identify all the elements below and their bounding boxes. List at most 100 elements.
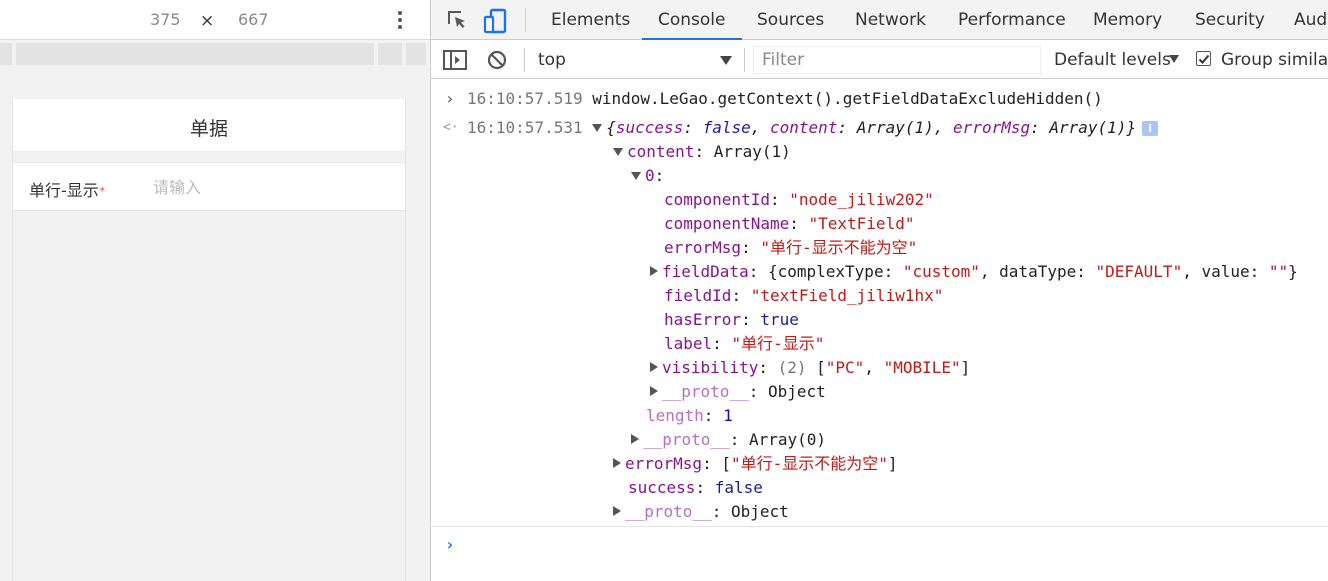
object-value: "": [1268, 262, 1289, 281]
prop-field-id: fieldId: "textField_jiliw1hx": [664, 286, 944, 305]
object-value: "DEFAULT": [1095, 262, 1183, 281]
object-key: errorMsg: [664, 238, 742, 257]
device-height-field[interactable]: 667: [238, 10, 269, 29]
tab-security[interactable]: Security: [1195, 0, 1265, 40]
console-prompt[interactable]: ›: [431, 526, 1328, 566]
tree-node-content[interactable]: content: Array(1): [613, 140, 791, 164]
prop-error-msg-array[interactable]: errorMsg: ["单行-显示不能为空"]: [613, 452, 898, 476]
collapse-arrow-icon[interactable]: [592, 124, 603, 132]
clear-console-icon[interactable]: [487, 50, 507, 74]
page-header: 单据: [13, 99, 405, 152]
chevron-down-icon[interactable]: [720, 56, 732, 65]
prop-length: length: 1: [646, 406, 733, 425]
object-key: complexType: [777, 262, 884, 281]
media-query-segment[interactable]: [0, 43, 12, 65]
expand-arrow-icon[interactable]: [631, 434, 639, 444]
prop-has-error: hasError: true: [664, 310, 799, 329]
object-key: __proto__: [643, 430, 730, 449]
object-value: "PC": [825, 358, 865, 377]
result-arrow-icon: <·: [443, 120, 459, 135]
tab-console[interactable]: Console: [642, 0, 742, 40]
object-key: success: [628, 478, 696, 497]
object-value: "textField_jiliw1hx": [750, 286, 944, 305]
console-output: › 16:10:57.519 window.LeGao.getContext()…: [431, 80, 1328, 581]
object-value: Array(1): [856, 118, 934, 137]
object-key: componentName: [664, 214, 790, 233]
expand-arrow-icon[interactable]: [613, 458, 621, 468]
prop-proto-outer[interactable]: __proto__: Object: [613, 500, 789, 524]
media-query-segment[interactable]: [406, 43, 426, 65]
object-value: "单行-显示不能为空": [730, 454, 888, 473]
object-key: dataType: [999, 262, 1077, 281]
tab-performance[interactable]: Performance: [958, 0, 1066, 40]
tab-memory[interactable]: Memory: [1093, 0, 1162, 40]
prop-component-id: componentId: "node_jiliw202": [664, 190, 934, 209]
expand-arrow-icon[interactable]: [613, 506, 621, 516]
sidebar-toggle-icon[interactable]: [443, 50, 467, 74]
prop-visibility[interactable]: visibility: (2) ["PC", "MOBILE"]: [650, 356, 970, 380]
tab-network[interactable]: Network: [855, 0, 926, 40]
prop-proto-array[interactable]: __proto__: Array(0): [631, 428, 826, 452]
console-toolbar: top Default levels Group similar: [431, 41, 1328, 79]
context-select[interactable]: top: [538, 50, 566, 70]
collapse-arrow-icon[interactable]: [631, 172, 641, 180]
dimension-separator: ×: [200, 11, 215, 31]
object-value: Array(1): [1049, 118, 1127, 137]
object-key: __proto__: [662, 382, 749, 401]
object-key: visibility: [662, 358, 759, 377]
object-key: fieldId: [664, 286, 732, 305]
text-field-input[interactable]: [153, 174, 383, 200]
object-key: errorMsg: [625, 454, 703, 473]
object-key: hasError: [664, 310, 742, 329]
timestamp: 16:10:57.519: [467, 89, 583, 108]
tab-elements[interactable]: Elements: [551, 0, 630, 40]
object-value: "单行-显示": [731, 334, 825, 353]
field-label: 单行-显示*: [29, 177, 105, 201]
console-input-line: 16:10:57.519 window.LeGao.getContext().g…: [467, 87, 1103, 111]
prop-proto-inner[interactable]: __proto__: Object: [650, 380, 826, 404]
object-key: fieldData: [662, 262, 749, 281]
object-key: __proto__: [625, 502, 712, 521]
tree-node-index[interactable]: 0:: [631, 164, 664, 188]
devtools-tabbar: Elements Console Sources Network Perform…: [431, 0, 1328, 40]
device-toolbar-icon[interactable]: [483, 8, 509, 38]
group-similar-checkbox[interactable]: [1196, 51, 1211, 66]
object-value: false: [714, 478, 763, 497]
inspect-element-icon[interactable]: [445, 8, 469, 36]
object-value: "TextField": [808, 214, 915, 233]
object-key: content: [627, 142, 695, 161]
brace: {: [606, 118, 616, 137]
console-result-line[interactable]: 16:10:57.531 {success: false, content: A…: [467, 116, 1159, 140]
log-levels-dropdown[interactable]: Default levels: [1054, 50, 1171, 70]
collapse-arrow-icon[interactable]: [613, 148, 623, 156]
media-query-segment[interactable]: [16, 43, 374, 65]
prop-error-msg: errorMsg: "单行-显示不能为空": [664, 238, 918, 257]
input-prompt-icon: ›: [445, 89, 455, 108]
tab-audits[interactable]: Audi: [1294, 0, 1328, 40]
expand-arrow-icon[interactable]: [650, 362, 658, 372]
object-key: errorMsg: [953, 118, 1031, 137]
object-value: "node_jiliw202": [789, 190, 934, 209]
toolbar-divider: [525, 8, 526, 32]
object-value: Object: [767, 382, 826, 401]
expand-arrow-icon[interactable]: [650, 266, 658, 276]
device-width-field[interactable]: 375: [150, 10, 181, 29]
more-options-icon[interactable]: [396, 10, 404, 30]
object-key: componentId: [664, 190, 770, 209]
media-query-bar: [0, 41, 430, 67]
filter-input[interactable]: [753, 46, 1041, 74]
object-value: Object: [730, 502, 789, 521]
info-icon[interactable]: i: [1142, 121, 1159, 136]
tab-sources[interactable]: Sources: [757, 0, 824, 40]
prop-success: success: false: [628, 478, 763, 497]
required-mark: *: [99, 186, 105, 197]
toolbar-divider: [744, 48, 745, 72]
prop-field-data[interactable]: fieldData: {complexType: "custom", dataT…: [650, 260, 1298, 284]
object-value: true: [760, 310, 799, 329]
object-key: label: [664, 334, 713, 353]
expand-arrow-icon[interactable]: [650, 386, 658, 396]
chevron-down-icon[interactable]: [1169, 55, 1179, 63]
brace: }: [1126, 118, 1137, 137]
media-query-segment[interactable]: [378, 43, 402, 65]
timestamp: 16:10:57.531: [467, 118, 583, 137]
